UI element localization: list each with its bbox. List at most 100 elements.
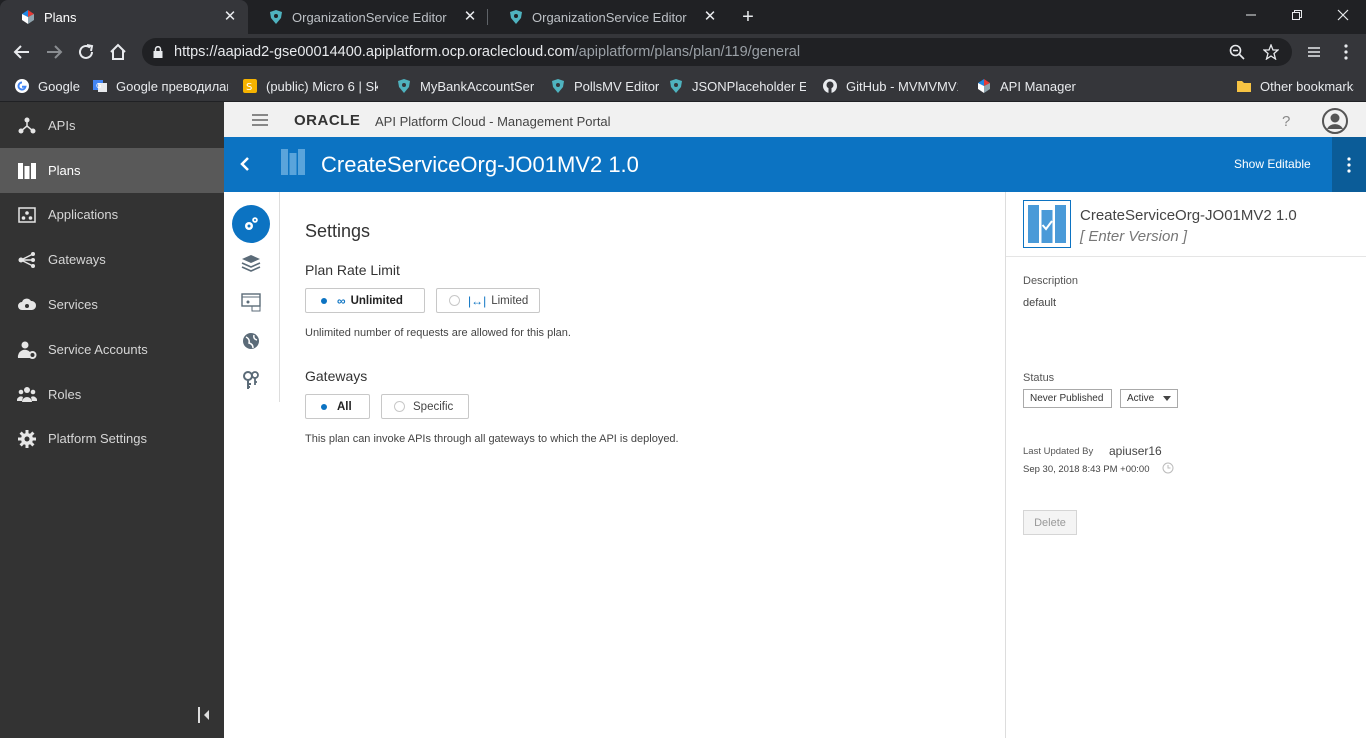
apiary-icon <box>398 79 410 93</box>
sketch-icon: S <box>243 79 257 93</box>
sidebar-item-services[interactable]: Services <box>0 282 224 327</box>
more-options-icon[interactable] <box>1332 137 1366 192</box>
bookmark-api-manager[interactable]: API Manager <box>976 75 1076 97</box>
extension-icon[interactable] <box>1302 40 1326 64</box>
plan-icon <box>280 148 306 176</box>
sidebar-item-applications[interactable]: Applications <box>0 192 224 237</box>
browser-tab-title: Plans <box>44 9 77 25</box>
limit-bar-icon: |↔| <box>468 293 487 308</box>
back-chevron-icon[interactable] <box>238 155 252 173</box>
sidebar-item-label: Applications <box>48 207 119 222</box>
keys-section-icon[interactable] <box>232 361 270 399</box>
url-text: https://aapiad2-gse00014400.apiplatform.… <box>174 44 800 60</box>
gateways-all-radio[interactable]: All <box>305 394 370 419</box>
oracle-logo: ORACLE <box>294 112 361 129</box>
plan-details-panel: CreateServiceOrg-JO01MV2 1.0 [ Enter Ver… <box>1005 192 1366 738</box>
bookmark-google[interactable]: Google <box>14 75 80 97</box>
bookmark-star-icon[interactable] <box>1262 43 1280 61</box>
bookmark-label: API Manager <box>1000 78 1076 94</box>
close-window-icon[interactable] <box>1320 0 1366 30</box>
description-label: Description <box>1023 275 1079 287</box>
sidebar-item-gateways[interactable]: Gateways <box>0 237 224 282</box>
bookmark-label: (public) Micro 6 | Sketch <box>266 78 378 94</box>
gateways-help: This plan can invoke APIs through all ga… <box>305 433 679 445</box>
hamburger-menu-icon[interactable] <box>252 113 268 127</box>
other-bookmarks[interactable]: Other bookmarks <box>1236 75 1354 97</box>
sidebar-item-platform-settings[interactable]: Platform Settings <box>0 416 224 461</box>
svg-text:S: S <box>246 82 252 93</box>
caret-down-icon <box>1163 395 1171 401</box>
reload-icon[interactable] <box>74 40 98 64</box>
page-title: CreateServiceOrg-JO01MV2 1.0 <box>321 152 639 177</box>
help-icon[interactable]: ? <box>1282 113 1290 130</box>
rate-limit-limited-radio[interactable]: |↔| Limited <box>436 288 540 313</box>
folder-icon <box>1237 81 1251 92</box>
radio-dot <box>318 401 329 412</box>
delete-button[interactable]: Delete <box>1023 510 1077 535</box>
bookmark-label: Google <box>38 78 80 94</box>
plans-icon <box>16 160 38 182</box>
forward-arrow-icon[interactable] <box>42 40 66 64</box>
browser-tabbar: Plans ✕ OrganizationService Editor ✕ Org… <box>0 0 1366 34</box>
layers-section-icon[interactable] <box>232 244 270 282</box>
bookmark-sketch[interactable]: S (public) Micro 6 | Sketch <box>242 75 378 97</box>
radio-dot <box>394 401 405 412</box>
bookmark-mybankaccount[interactable]: MyBankAccountService <box>396 75 534 97</box>
sidebar-item-label: Gateways <box>48 252 106 267</box>
browser-tab-orgservice-1[interactable]: OrganizationService Editor ✕ <box>248 0 488 34</box>
apiary-icon <box>670 79 682 93</box>
lock-icon <box>153 46 163 58</box>
new-tab-icon[interactable]: + <box>738 7 758 27</box>
gateways-specific-radio[interactable]: Specific <box>381 394 469 419</box>
state-select[interactable]: Active <box>1120 389 1178 408</box>
bookmark-label: MyBankAccountService <box>420 78 534 94</box>
address-bar[interactable]: https://aapiad2-gse00014400.apiplatform.… <box>142 38 1292 66</box>
browser-tab-orgservice-2[interactable]: OrganizationService Editor ✕ <box>488 0 728 34</box>
avatar[interactable] <box>1322 108 1348 134</box>
close-tab-icon[interactable]: ✕ <box>462 9 478 25</box>
bookmark-translate[interactable]: G Google преводилац <box>92 75 228 97</box>
bookmark-label: PollsMV Editor <box>574 78 660 94</box>
plan-header: CreateServiceOrg-JO01MV2 1.0 Show Editab… <box>224 137 1366 192</box>
version-input[interactable]: [ Enter Version ] <box>1080 228 1187 245</box>
collapse-sidebar-icon[interactable] <box>198 706 212 724</box>
sidebar-item-service-accounts[interactable]: Service Accounts <box>0 327 224 372</box>
zoom-icon[interactable] <box>1228 43 1246 61</box>
last-updated-timestamp: Sep 30, 2018 8:43 PM +00:00 <box>1023 464 1150 475</box>
minimize-icon[interactable] <box>1228 0 1274 30</box>
restore-icon[interactable] <box>1274 0 1320 30</box>
rate-limit-unlimited-radio[interactable]: ∞ Unlimited <box>305 288 425 313</box>
browser-toolbar: https://aapiad2-gse00014400.apiplatform.… <box>0 34 1366 70</box>
settings-section-icon[interactable] <box>232 205 270 243</box>
home-icon[interactable] <box>106 40 130 64</box>
plan-badge-icon <box>1023 200 1071 248</box>
roles-icon <box>16 384 38 406</box>
settings-heading: Settings <box>305 221 371 241</box>
applications-icon <box>16 204 38 226</box>
sidebar-item-apis[interactable]: APIs <box>0 103 224 148</box>
description-value[interactable]: default <box>1023 297 1056 309</box>
sidebar-item-label: Roles <box>48 387 82 402</box>
bookmark-polls[interactable]: PollsMV Editor <box>550 75 660 97</box>
close-tab-icon[interactable]: ✕ <box>222 9 238 25</box>
svg-text:G: G <box>96 82 101 90</box>
bookmarks-bar: Google G Google преводилац S (public) Mi… <box>0 70 1366 102</box>
entitlements-section-icon[interactable] <box>232 283 270 321</box>
bookmark-jsonplaceholder[interactable]: JSONPlaceholder Editor <box>668 75 806 97</box>
rate-limit-help: Unlimited number of requests are allowed… <box>305 327 571 339</box>
browser-tab-plans[interactable]: Plans ✕ <box>0 0 248 34</box>
show-editable-button[interactable]: Show Editable <box>1234 157 1311 171</box>
radio-label: Unlimited <box>350 294 403 307</box>
globe-section-icon[interactable] <box>232 322 270 360</box>
plan-name: CreateServiceOrg-JO01MV2 1.0 <box>1080 207 1297 224</box>
sidebar-item-roles[interactable]: Roles <box>0 372 224 417</box>
gateways-label: Gateways <box>305 368 368 384</box>
back-arrow-icon[interactable] <box>10 40 34 64</box>
sidebar-item-plans[interactable]: Plans <box>0 148 224 193</box>
chrome-menu-icon[interactable] <box>1334 40 1358 64</box>
bookmark-github[interactable]: GitHub - MVMVMV12 <box>822 75 958 97</box>
last-updated-label: Last Updated By <box>1023 446 1094 457</box>
sidebar-item-label: Platform Settings <box>48 431 147 446</box>
url-path: /apiplatform/plans/plan/119/general <box>574 44 801 60</box>
close-tab-icon[interactable]: ✕ <box>702 9 718 25</box>
